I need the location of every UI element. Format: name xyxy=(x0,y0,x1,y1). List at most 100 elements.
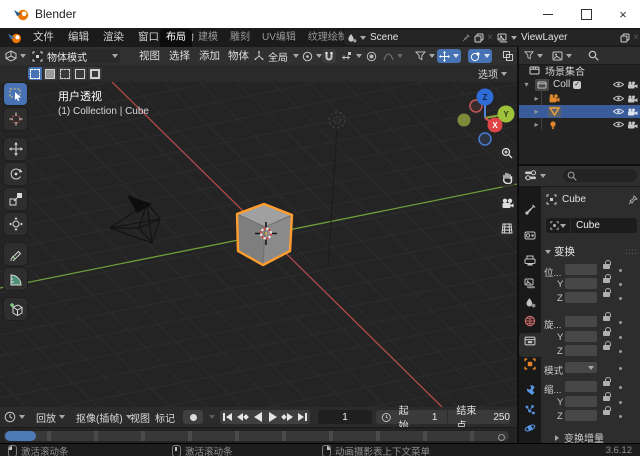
outliner-search-button[interactable] xyxy=(588,50,599,61)
proportional-falloff-button[interactable] xyxy=(381,49,405,63)
animate-dot[interactable] xyxy=(619,415,622,418)
mode-selector[interactable]: 物体模式 xyxy=(30,49,120,63)
unlink-scene-icon[interactable]: × xyxy=(487,32,493,43)
render-visibility-icon[interactable] xyxy=(627,121,638,129)
select-mode-new-button[interactable] xyxy=(28,67,42,80)
hide-eye-icon[interactable] xyxy=(613,121,624,128)
pin-icon[interactable] xyxy=(628,195,638,205)
rotation-mode-dropdown[interactable] xyxy=(565,362,597,373)
lock-icon[interactable] xyxy=(603,345,610,350)
rotation-z-field[interactable] xyxy=(565,345,597,356)
animate-dot[interactable] xyxy=(619,297,622,300)
collection-checkbox[interactable]: ✓ xyxy=(573,81,581,89)
location-x-field[interactable] xyxy=(565,264,597,275)
hide-eye-icon[interactable] xyxy=(613,95,624,102)
animate-dot[interactable] xyxy=(619,401,622,404)
menu-select[interactable]: 选择 xyxy=(169,47,190,65)
show-overlays-toggle[interactable] xyxy=(468,49,492,63)
lock-icon[interactable] xyxy=(603,316,610,321)
editor-type-button[interactable] xyxy=(3,49,28,63)
tab-physics[interactable] xyxy=(522,420,538,436)
outliner-filter-button[interactable] xyxy=(524,51,543,60)
lock-icon[interactable] xyxy=(603,410,610,415)
auto-keying-button[interactable] xyxy=(183,410,203,424)
expand-icon[interactable]: ▸ xyxy=(532,94,541,103)
jump-to-end-button[interactable] xyxy=(295,410,310,424)
panel-drag-dots[interactable]: :::: xyxy=(625,247,638,256)
new-view-layer-icon[interactable] xyxy=(620,33,630,43)
viewport-canvas[interactable]: 用户透视 (1) Collection | Cube xyxy=(0,82,517,407)
end-value[interactable]: 250 xyxy=(493,412,510,423)
animate-dot[interactable] xyxy=(619,269,622,272)
jump-to-start-button[interactable] xyxy=(220,410,235,424)
animate-dot[interactable] xyxy=(619,321,622,324)
lock-icon[interactable] xyxy=(603,381,610,386)
new-scene-icon[interactable] xyxy=(474,33,484,43)
tool-scale[interactable] xyxy=(4,188,27,210)
tool-annotate[interactable] xyxy=(4,243,27,265)
camera-object[interactable] xyxy=(110,195,160,243)
play-reverse-button[interactable] xyxy=(250,410,265,424)
outliner-display-mode-button[interactable] xyxy=(552,51,572,61)
tab-output[interactable] xyxy=(522,252,538,268)
properties-editor-type-button[interactable] xyxy=(524,170,546,181)
playhead[interactable] xyxy=(5,431,36,441)
lock-icon[interactable] xyxy=(603,278,610,283)
tool-select-box[interactable] xyxy=(4,83,27,105)
maximize-button[interactable] xyxy=(567,0,606,28)
render-visibility-icon[interactable] xyxy=(627,108,638,116)
xray-toggle[interactable] xyxy=(500,49,516,63)
hide-eye-icon[interactable] xyxy=(613,81,624,88)
tab-collection[interactable] xyxy=(522,333,538,349)
tab-uv-editing[interactable]: UV编辑 xyxy=(256,29,302,47)
blender-menu-logo-icon[interactable] xyxy=(7,31,22,44)
lock-icon[interactable] xyxy=(603,264,610,269)
timeline-editor-type-button[interactable] xyxy=(4,407,25,427)
outliner-row-scene-collection[interactable]: 场景集合 xyxy=(519,64,640,77)
rotation-x-field[interactable] xyxy=(565,316,597,327)
expand-icon[interactable]: ▸ xyxy=(532,107,541,116)
show-gizmo-toggle[interactable] xyxy=(437,49,461,63)
lock-icon[interactable] xyxy=(603,331,610,336)
pan-view-button[interactable] xyxy=(497,168,517,188)
tab-object[interactable] xyxy=(522,356,538,372)
select-mode-intersect-button[interactable] xyxy=(88,67,102,80)
prev-keyframe-button[interactable] xyxy=(235,410,250,424)
animate-dot[interactable] xyxy=(619,386,622,389)
transform-panel-header[interactable]: 变换 :::: xyxy=(545,244,638,259)
transform-orientation-selector[interactable]: 全局 xyxy=(252,49,301,63)
tab-world[interactable] xyxy=(522,313,538,329)
menu-object[interactable]: 物体 xyxy=(228,47,249,65)
tool-transform[interactable] xyxy=(4,213,27,235)
play-button[interactable] xyxy=(265,410,280,424)
object-name-field[interactable]: Cube xyxy=(570,218,637,233)
options-dropdown[interactable]: 选项 xyxy=(478,66,507,81)
render-visibility-icon[interactable] xyxy=(627,95,638,103)
outliner-row-camera[interactable]: ▸ xyxy=(519,92,640,105)
timeline-strip[interactable] xyxy=(0,427,517,444)
next-keyframe-button[interactable] xyxy=(280,410,295,424)
select-mode-subtract-button[interactable] xyxy=(58,67,72,80)
hide-eye-icon[interactable] xyxy=(613,108,624,115)
current-frame-field[interactable]: 1 xyxy=(318,410,372,424)
remove-view-layer-icon[interactable]: × xyxy=(633,32,639,43)
lock-icon[interactable] xyxy=(603,292,610,297)
render-visibility-icon[interactable] xyxy=(627,81,638,89)
scale-x-field[interactable] xyxy=(565,381,597,392)
object-data-dropdown[interactable] xyxy=(546,218,570,233)
tool-rotate[interactable] xyxy=(4,163,27,185)
tab-sculpting[interactable]: 雕刻 xyxy=(224,29,256,47)
zoom-view-button[interactable] xyxy=(497,143,517,163)
animate-dot[interactable] xyxy=(619,336,622,339)
animate-dot[interactable] xyxy=(619,283,622,286)
timeline-menu-markers[interactable]: 标记 xyxy=(155,407,175,427)
timeline-menu-keying[interactable]: 抠像(插帧) xyxy=(76,407,132,427)
cube-object[interactable] xyxy=(237,204,292,265)
gizmo-axis-neg-y[interactable] xyxy=(458,114,471,127)
select-mode-invert-button[interactable] xyxy=(73,67,87,80)
timeline-menu-view[interactable]: 视图 xyxy=(130,407,150,427)
proportional-editing-button[interactable] xyxy=(364,49,379,63)
scale-z-field[interactable] xyxy=(565,410,597,421)
location-z-field[interactable] xyxy=(565,292,597,303)
lock-icon[interactable] xyxy=(603,396,610,401)
